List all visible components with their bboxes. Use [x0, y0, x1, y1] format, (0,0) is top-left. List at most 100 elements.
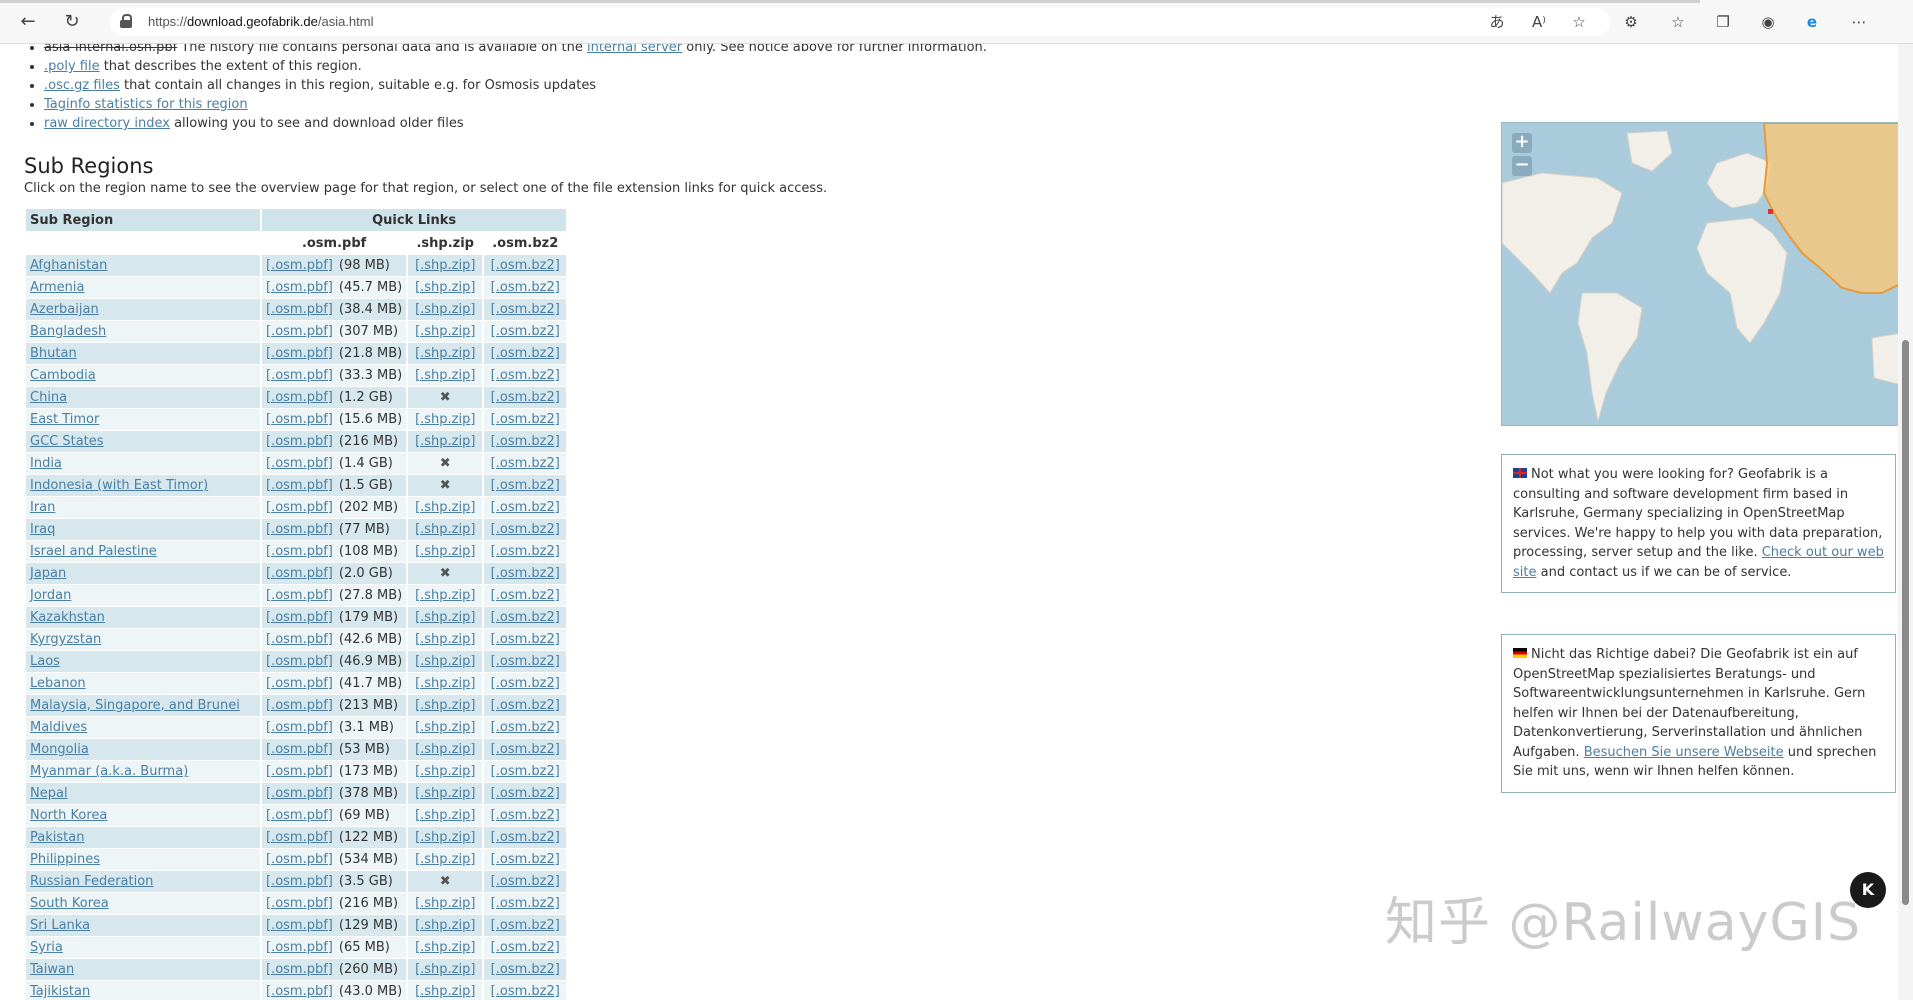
- pbf-link[interactable]: [.osm.pbf]: [266, 412, 333, 427]
- pbf-link[interactable]: [.osm.pbf]: [266, 522, 333, 537]
- region-name-link[interactable]: Sri Lanka: [30, 918, 90, 933]
- shp-link[interactable]: [.shp.zip]: [415, 984, 475, 999]
- internal-server-link[interactable]: internal server: [587, 44, 682, 55]
- bz2-link[interactable]: [.osm.bz2]: [491, 368, 560, 383]
- pbf-link[interactable]: [.osm.pbf]: [266, 786, 333, 801]
- pbf-link[interactable]: [.osm.pbf]: [266, 984, 333, 999]
- pbf-link[interactable]: [.osm.pbf]: [266, 632, 333, 647]
- poly-file-link[interactable]: .poly file: [44, 59, 100, 74]
- bz2-link[interactable]: [.osm.bz2]: [491, 588, 560, 603]
- bz2-link[interactable]: [.osm.bz2]: [491, 302, 560, 317]
- more-icon[interactable]: ⋯: [1848, 11, 1870, 33]
- shp-link[interactable]: [.shp.zip]: [415, 676, 475, 691]
- pbf-link[interactable]: [.osm.pbf]: [266, 962, 333, 977]
- bz2-link[interactable]: [.osm.bz2]: [491, 544, 560, 559]
- pbf-link[interactable]: [.osm.pbf]: [266, 544, 333, 559]
- pbf-link[interactable]: [.osm.pbf]: [266, 918, 333, 933]
- shp-link[interactable]: [.shp.zip]: [415, 654, 475, 669]
- region-name-link[interactable]: South Korea: [30, 896, 109, 911]
- region-name-link[interactable]: India: [30, 456, 62, 471]
- map-canvas[interactable]: [1502, 123, 1898, 425]
- pbf-link[interactable]: [.osm.pbf]: [266, 456, 333, 471]
- bz2-link[interactable]: [.osm.bz2]: [491, 742, 560, 757]
- shp-link[interactable]: [.shp.zip]: [415, 280, 475, 295]
- reload-icon[interactable]: ↻: [60, 10, 84, 34]
- region-name-link[interactable]: Nepal: [30, 786, 68, 801]
- region-name-link[interactable]: Afghanistan: [30, 258, 107, 273]
- pbf-link[interactable]: [.osm.pbf]: [266, 764, 333, 779]
- shp-link[interactable]: [.shp.zip]: [415, 786, 475, 801]
- edge-icon[interactable]: e: [1801, 11, 1823, 33]
- bz2-link[interactable]: [.osm.bz2]: [491, 324, 560, 339]
- pbf-link[interactable]: [.osm.pbf]: [266, 896, 333, 911]
- shp-link[interactable]: [.shp.zip]: [415, 588, 475, 603]
- region-name-link[interactable]: North Korea: [30, 808, 107, 823]
- page-scrollbar[interactable]: [1898, 44, 1913, 1000]
- shp-link[interactable]: [.shp.zip]: [415, 698, 475, 713]
- region-name-link[interactable]: Indonesia (with East Timor): [30, 478, 208, 493]
- region-name-link[interactable]: Israel and Palestine: [30, 544, 157, 559]
- address-bar[interactable]: https://download.geofabrik.de/asia.html: [110, 8, 1610, 36]
- region-name-link[interactable]: GCC States: [30, 434, 104, 449]
- zoom-out-button[interactable]: −: [1512, 156, 1532, 176]
- pbf-link[interactable]: [.osm.pbf]: [266, 742, 333, 757]
- shp-link[interactable]: [.shp.zip]: [415, 742, 475, 757]
- region-name-link[interactable]: Kyrgyzstan: [30, 632, 101, 647]
- shp-link[interactable]: [.shp.zip]: [415, 324, 475, 339]
- bz2-link[interactable]: [.osm.bz2]: [491, 786, 560, 801]
- bz2-link[interactable]: [.osm.bz2]: [491, 412, 560, 427]
- pbf-link[interactable]: [.osm.pbf]: [266, 588, 333, 603]
- bz2-link[interactable]: [.osm.bz2]: [491, 522, 560, 537]
- region-name-link[interactable]: Taiwan: [30, 962, 74, 977]
- scrollbar-thumb[interactable]: [1902, 340, 1909, 905]
- extensions-icon[interactable]: ⚙: [1620, 11, 1642, 33]
- region-name-link[interactable]: Bangladesh: [30, 324, 106, 339]
- pbf-link[interactable]: [.osm.pbf]: [266, 830, 333, 845]
- shp-link[interactable]: [.shp.zip]: [415, 522, 475, 537]
- bz2-link[interactable]: [.osm.bz2]: [491, 698, 560, 713]
- shp-link[interactable]: [.shp.zip]: [415, 962, 475, 977]
- pbf-link[interactable]: [.osm.pbf]: [266, 346, 333, 361]
- region-name-link[interactable]: Malaysia, Singapore, and Brunei: [30, 698, 240, 713]
- shp-link[interactable]: [.shp.zip]: [415, 764, 475, 779]
- bz2-link[interactable]: [.osm.bz2]: [491, 830, 560, 845]
- shp-link[interactable]: [.shp.zip]: [415, 544, 475, 559]
- shp-link[interactable]: [.shp.zip]: [415, 940, 475, 955]
- region-name-link[interactable]: Iraq: [30, 522, 55, 537]
- bz2-link[interactable]: [.osm.bz2]: [491, 456, 560, 471]
- shp-link[interactable]: [.shp.zip]: [415, 830, 475, 845]
- region-name-link[interactable]: Lebanon: [30, 676, 86, 691]
- bz2-link[interactable]: [.osm.bz2]: [491, 984, 560, 999]
- shp-link[interactable]: [.shp.zip]: [415, 412, 475, 427]
- bz2-link[interactable]: [.osm.bz2]: [491, 808, 560, 823]
- shp-link[interactable]: [.shp.zip]: [415, 434, 475, 449]
- back-icon[interactable]: ←: [16, 10, 40, 34]
- extension-shield-icon[interactable]: ◉: [1757, 11, 1779, 33]
- region-name-link[interactable]: Tajikistan: [30, 984, 90, 999]
- region-name-link[interactable]: Azerbaijan: [30, 302, 99, 317]
- pbf-link[interactable]: [.osm.pbf]: [266, 434, 333, 449]
- region-name-link[interactable]: Cambodia: [30, 368, 96, 383]
- bz2-link[interactable]: [.osm.bz2]: [491, 478, 560, 493]
- region-name-link[interactable]: Jordan: [30, 588, 71, 603]
- lock-icon[interactable]: [120, 14, 132, 28]
- url-text[interactable]: https://download.geofabrik.de/asia.html: [148, 14, 374, 29]
- shp-link[interactable]: [.shp.zip]: [415, 610, 475, 625]
- region-name-link[interactable]: Maldives: [30, 720, 87, 735]
- shp-link[interactable]: [.shp.zip]: [415, 852, 475, 867]
- region-name-link[interactable]: Myanmar (a.k.a. Burma): [30, 764, 188, 779]
- shp-link[interactable]: [.shp.zip]: [415, 896, 475, 911]
- bz2-link[interactable]: [.osm.bz2]: [491, 676, 560, 691]
- pbf-link[interactable]: [.osm.pbf]: [266, 676, 333, 691]
- website-link-de[interactable]: Besuchen Sie unsere Webseite: [1584, 745, 1784, 760]
- pbf-link[interactable]: [.osm.pbf]: [266, 874, 333, 889]
- bz2-link[interactable]: [.osm.bz2]: [491, 346, 560, 361]
- bz2-link[interactable]: [.osm.bz2]: [491, 940, 560, 955]
- pbf-link[interactable]: [.osm.pbf]: [266, 610, 333, 625]
- bz2-link[interactable]: [.osm.bz2]: [491, 566, 560, 581]
- bz2-link[interactable]: [.osm.bz2]: [491, 500, 560, 515]
- pbf-link[interactable]: [.osm.pbf]: [266, 478, 333, 493]
- region-name-link[interactable]: Armenia: [30, 280, 85, 295]
- shp-link[interactable]: [.shp.zip]: [415, 368, 475, 383]
- pbf-link[interactable]: [.osm.pbf]: [266, 808, 333, 823]
